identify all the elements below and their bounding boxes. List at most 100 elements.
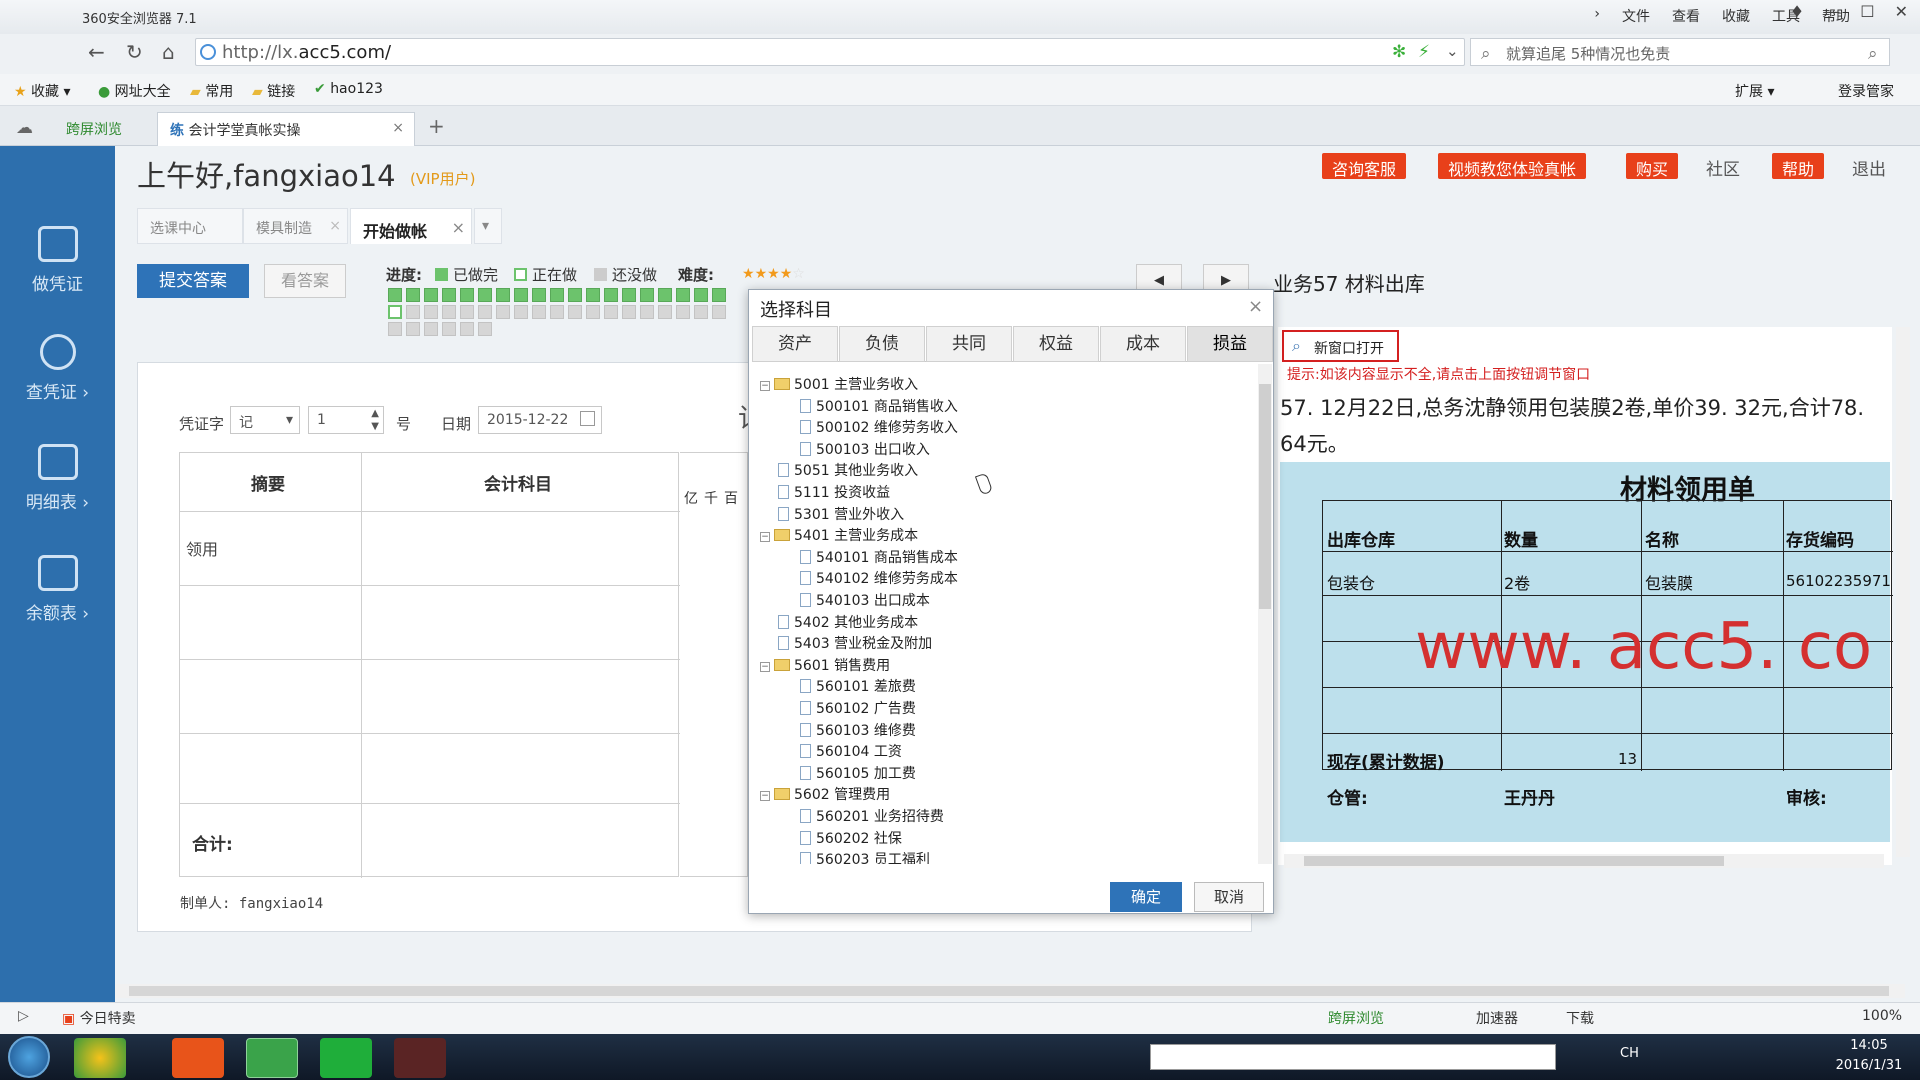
tree-item[interactable]: 560203 员工福利 <box>800 849 930 864</box>
subtab-course-center[interactable]: 选课中心 <box>137 208 243 244</box>
progress-cell[interactable] <box>388 288 402 302</box>
progress-cell[interactable] <box>712 288 726 302</box>
home-icon[interactable]: ⌂ <box>162 40 175 64</box>
tree-item[interactable]: 560102 广告费 <box>800 698 916 718</box>
progress-cell[interactable] <box>442 322 456 336</box>
progress-cell[interactable] <box>442 305 456 319</box>
refresh-green-icon[interactable]: ✻ <box>1392 42 1406 62</box>
subtab-start[interactable]: 开始做帐 × <box>350 208 472 244</box>
tab-accounting[interactable]: 练 会计学堂真帐实操 × <box>157 112 415 146</box>
progress-cell[interactable] <box>658 288 672 302</box>
subtab-dropdown[interactable]: ▾ <box>474 208 502 244</box>
progress-cell[interactable] <box>460 288 474 302</box>
taskbar-app-sheet-icon[interactable] <box>320 1038 372 1078</box>
lightning-icon[interactable]: ⚡ <box>1418 42 1430 62</box>
view-answer-button[interactable]: 看答案 <box>264 264 346 298</box>
extensions-button[interactable]: 扩展 ▾ <box>1735 81 1774 101</box>
progress-cell[interactable] <box>532 288 546 302</box>
calendar-icon[interactable] <box>580 411 595 426</box>
status-download[interactable]: 下载 <box>1566 1008 1594 1028</box>
progress-cell[interactable] <box>532 305 546 319</box>
taskbar-app-browser-icon[interactable] <box>246 1038 298 1078</box>
panel-vertical-scrollbar[interactable] <box>1896 327 1910 857</box>
sidebar-item-view-voucher[interactable]: 查凭证 › <box>0 334 115 434</box>
tree-item[interactable]: 5403 营业税金及附加 <box>760 633 932 653</box>
progress-cell[interactable] <box>424 322 438 336</box>
sidebar-item-make-voucher[interactable]: 做凭证 <box>0 226 115 326</box>
sidebar-item-balance[interactable]: 余额表 › <box>0 555 115 655</box>
progress-cell[interactable] <box>712 305 726 319</box>
progress-cell[interactable] <box>442 288 456 302</box>
tab-assets[interactable]: 资产 <box>752 326 838 362</box>
progress-cell[interactable] <box>388 322 402 336</box>
progress-cell[interactable] <box>478 322 492 336</box>
date-field[interactable]: 2015-12-22 <box>478 406 602 434</box>
tab-common[interactable]: 共同 <box>926 326 1012 362</box>
system-clock[interactable]: 14:05 2016/1/31 <box>1824 1036 1914 1076</box>
back-arrow-icon[interactable]: ← <box>88 40 105 64</box>
progress-cell[interactable] <box>604 305 618 319</box>
progress-cell[interactable] <box>496 288 510 302</box>
voucher-number-stepper[interactable]: 1 ▲ ▼ <box>308 406 384 434</box>
progress-cell[interactable] <box>406 305 420 319</box>
menu-favorites[interactable]: 收藏 <box>1722 6 1750 26</box>
collapse-icon[interactable]: − <box>760 532 770 543</box>
tree-item[interactable]: − 5602 管理费用 <box>760 784 890 804</box>
tree-item[interactable]: 540102 维修劳务成本 <box>800 568 958 588</box>
tree-item[interactable]: 560202 社保 <box>800 828 902 848</box>
community-link[interactable]: 社区 <box>1706 155 1740 180</box>
progress-cell[interactable] <box>640 288 654 302</box>
tree-item[interactable]: 5402 其他业务成本 <box>760 612 918 632</box>
bookmark-links[interactable]: ▰ 链接 <box>252 81 295 101</box>
progress-cell[interactable] <box>550 305 564 319</box>
subtab-mold[interactable]: 模具制造 × <box>243 208 348 244</box>
progress-cell[interactable] <box>514 305 528 319</box>
progress-cell[interactable] <box>676 305 690 319</box>
progress-cell[interactable] <box>478 288 492 302</box>
bookmark-hao123[interactable]: ✔ hao123 <box>314 81 383 97</box>
start-button[interactable] <box>8 1036 50 1078</box>
progress-cell[interactable] <box>586 288 600 302</box>
tree-item[interactable]: 5051 其他业务收入 <box>760 460 918 480</box>
tree-item[interactable]: 5111 投资收益 <box>760 482 890 502</box>
new-tab-icon[interactable]: + <box>428 114 445 138</box>
tree-item[interactable]: 560101 差旅费 <box>800 676 916 696</box>
taskbar-app-ppt-icon[interactable] <box>172 1038 224 1078</box>
tab-close-icon[interactable]: × <box>392 120 404 136</box>
tab-cross-screen[interactable]: 跨屏浏览 <box>54 112 154 146</box>
maximize-button[interactable]: ☐ <box>1860 2 1874 21</box>
tree-item[interactable]: − 5001 主营业务收入 <box>760 374 918 394</box>
panel-horizontal-scrollbar[interactable] <box>1284 854 1884 868</box>
cloud-icon[interactable]: ☁ <box>16 118 33 138</box>
page-horizontal-scrollbar[interactable] <box>115 984 1905 998</box>
menu-file[interactable]: 文件 <box>1622 6 1650 26</box>
bookmark-favorites[interactable]: ★ 收藏 ▾ <box>14 81 71 101</box>
progress-cell[interactable] <box>550 288 564 302</box>
sidebar-toggle-icon[interactable]: ▷ <box>18 1008 29 1024</box>
taskbar-app-recorder-icon[interactable] <box>394 1038 446 1078</box>
tree-item[interactable]: 560201 业务招待费 <box>800 806 944 826</box>
progress-cell[interactable] <box>568 288 582 302</box>
collapse-icon[interactable]: − <box>760 381 770 391</box>
progress-cell[interactable] <box>478 305 492 319</box>
tab-cost[interactable]: 成本 <box>1100 326 1186 362</box>
dropdown-chevron-icon[interactable]: ⌄ <box>1446 42 1459 60</box>
subtab-close-icon[interactable]: × <box>452 218 465 237</box>
login-manager-button[interactable]: 登录管家 <box>1838 81 1894 101</box>
tree-item[interactable]: 500101 商品销售收入 <box>800 396 958 416</box>
tree-item[interactable]: 560105 加工费 <box>800 763 916 783</box>
tree-item[interactable]: 560103 维修费 <box>800 720 916 740</box>
progress-cell[interactable] <box>388 305 402 319</box>
progress-cell[interactable] <box>658 305 672 319</box>
status-accelerator[interactable]: 加速器 <box>1476 1008 1518 1028</box>
tree-item[interactable]: 500103 出口收入 <box>800 439 930 459</box>
help-button[interactable]: 帮助 <box>1772 153 1825 179</box>
progress-cell[interactable] <box>694 288 708 302</box>
progress-cell[interactable] <box>604 288 618 302</box>
taskbar-address-input[interactable] <box>1150 1044 1556 1070</box>
progress-cell[interactable] <box>424 305 438 319</box>
sidebar-item-detail[interactable]: 明细表 › <box>0 444 115 544</box>
buy-button[interactable]: 购买 <box>1626 153 1679 179</box>
progress-cell[interactable] <box>622 288 636 302</box>
video-tutorial-button[interactable]: 视频教您体验真帐 <box>1438 153 1587 179</box>
